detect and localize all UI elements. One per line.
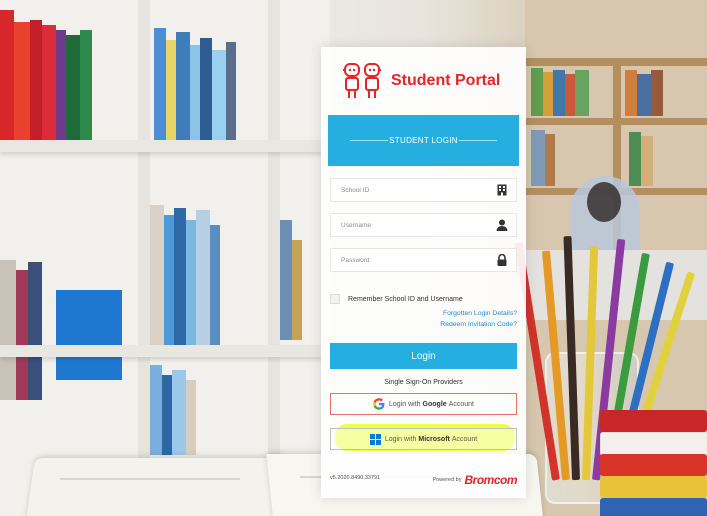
book-stack bbox=[600, 410, 707, 516]
username-field[interactable] bbox=[330, 213, 517, 237]
google-icon bbox=[373, 398, 385, 410]
microsoft-login-button[interactable]: Login with Microsoft Account bbox=[330, 428, 517, 450]
google-login-prefix: Login with bbox=[389, 400, 421, 408]
user-icon bbox=[496, 219, 508, 231]
login-card: Student Portal STUDENT LOGIN Remember Sc… bbox=[321, 47, 526, 498]
building-icon bbox=[497, 184, 507, 196]
left-bookshelf bbox=[0, 0, 330, 516]
microsoft-login-suffix: Account bbox=[451, 435, 478, 443]
windows-icon bbox=[369, 433, 381, 445]
portal-title: Student Portal bbox=[391, 72, 501, 89]
bromcom-logo[interactable]: Bromcom bbox=[464, 473, 517, 487]
remember-checkbox[interactable] bbox=[330, 294, 340, 304]
redeem-invitation-link[interactable]: Redeem Invitation Code? bbox=[440, 321, 517, 328]
brand-header: Student Portal bbox=[341, 61, 511, 101]
login-button[interactable]: Login bbox=[330, 343, 517, 369]
password-field[interactable] bbox=[330, 248, 517, 272]
forgotten-login-link[interactable]: Forgotten Login Details? bbox=[443, 310, 517, 317]
username-input[interactable] bbox=[331, 214, 501, 236]
google-login-button[interactable]: Login with Google Account bbox=[330, 393, 517, 415]
microsoft-login-prefix: Login with bbox=[384, 435, 417, 443]
card-footer: v5.2020.8490.33791 Powered by Bromcom bbox=[330, 472, 517, 488]
school-id-input[interactable] bbox=[331, 179, 501, 201]
school-id-field[interactable] bbox=[330, 178, 517, 202]
tab-student-login[interactable]: STUDENT LOGIN bbox=[328, 115, 519, 166]
powered-by: Powered by Bromcom bbox=[432, 473, 517, 487]
version-text: v5.2020.8490.33791 bbox=[330, 475, 381, 481]
tab-label: STUDENT LOGIN bbox=[389, 136, 458, 145]
powered-by-label: Powered by bbox=[432, 477, 462, 483]
sso-heading: Single Sign-On Providers bbox=[384, 379, 463, 386]
remember-option[interactable]: Remember School ID and Username bbox=[330, 293, 463, 305]
remember-label: Remember School ID and Username bbox=[348, 295, 463, 303]
lock-icon bbox=[497, 254, 507, 266]
password-input[interactable] bbox=[331, 249, 501, 271]
google-provider-name: Google bbox=[422, 400, 447, 408]
two-students-icon bbox=[343, 63, 381, 98]
google-login-suffix: Account bbox=[448, 400, 474, 408]
microsoft-provider-name: Microsoft bbox=[418, 435, 450, 443]
